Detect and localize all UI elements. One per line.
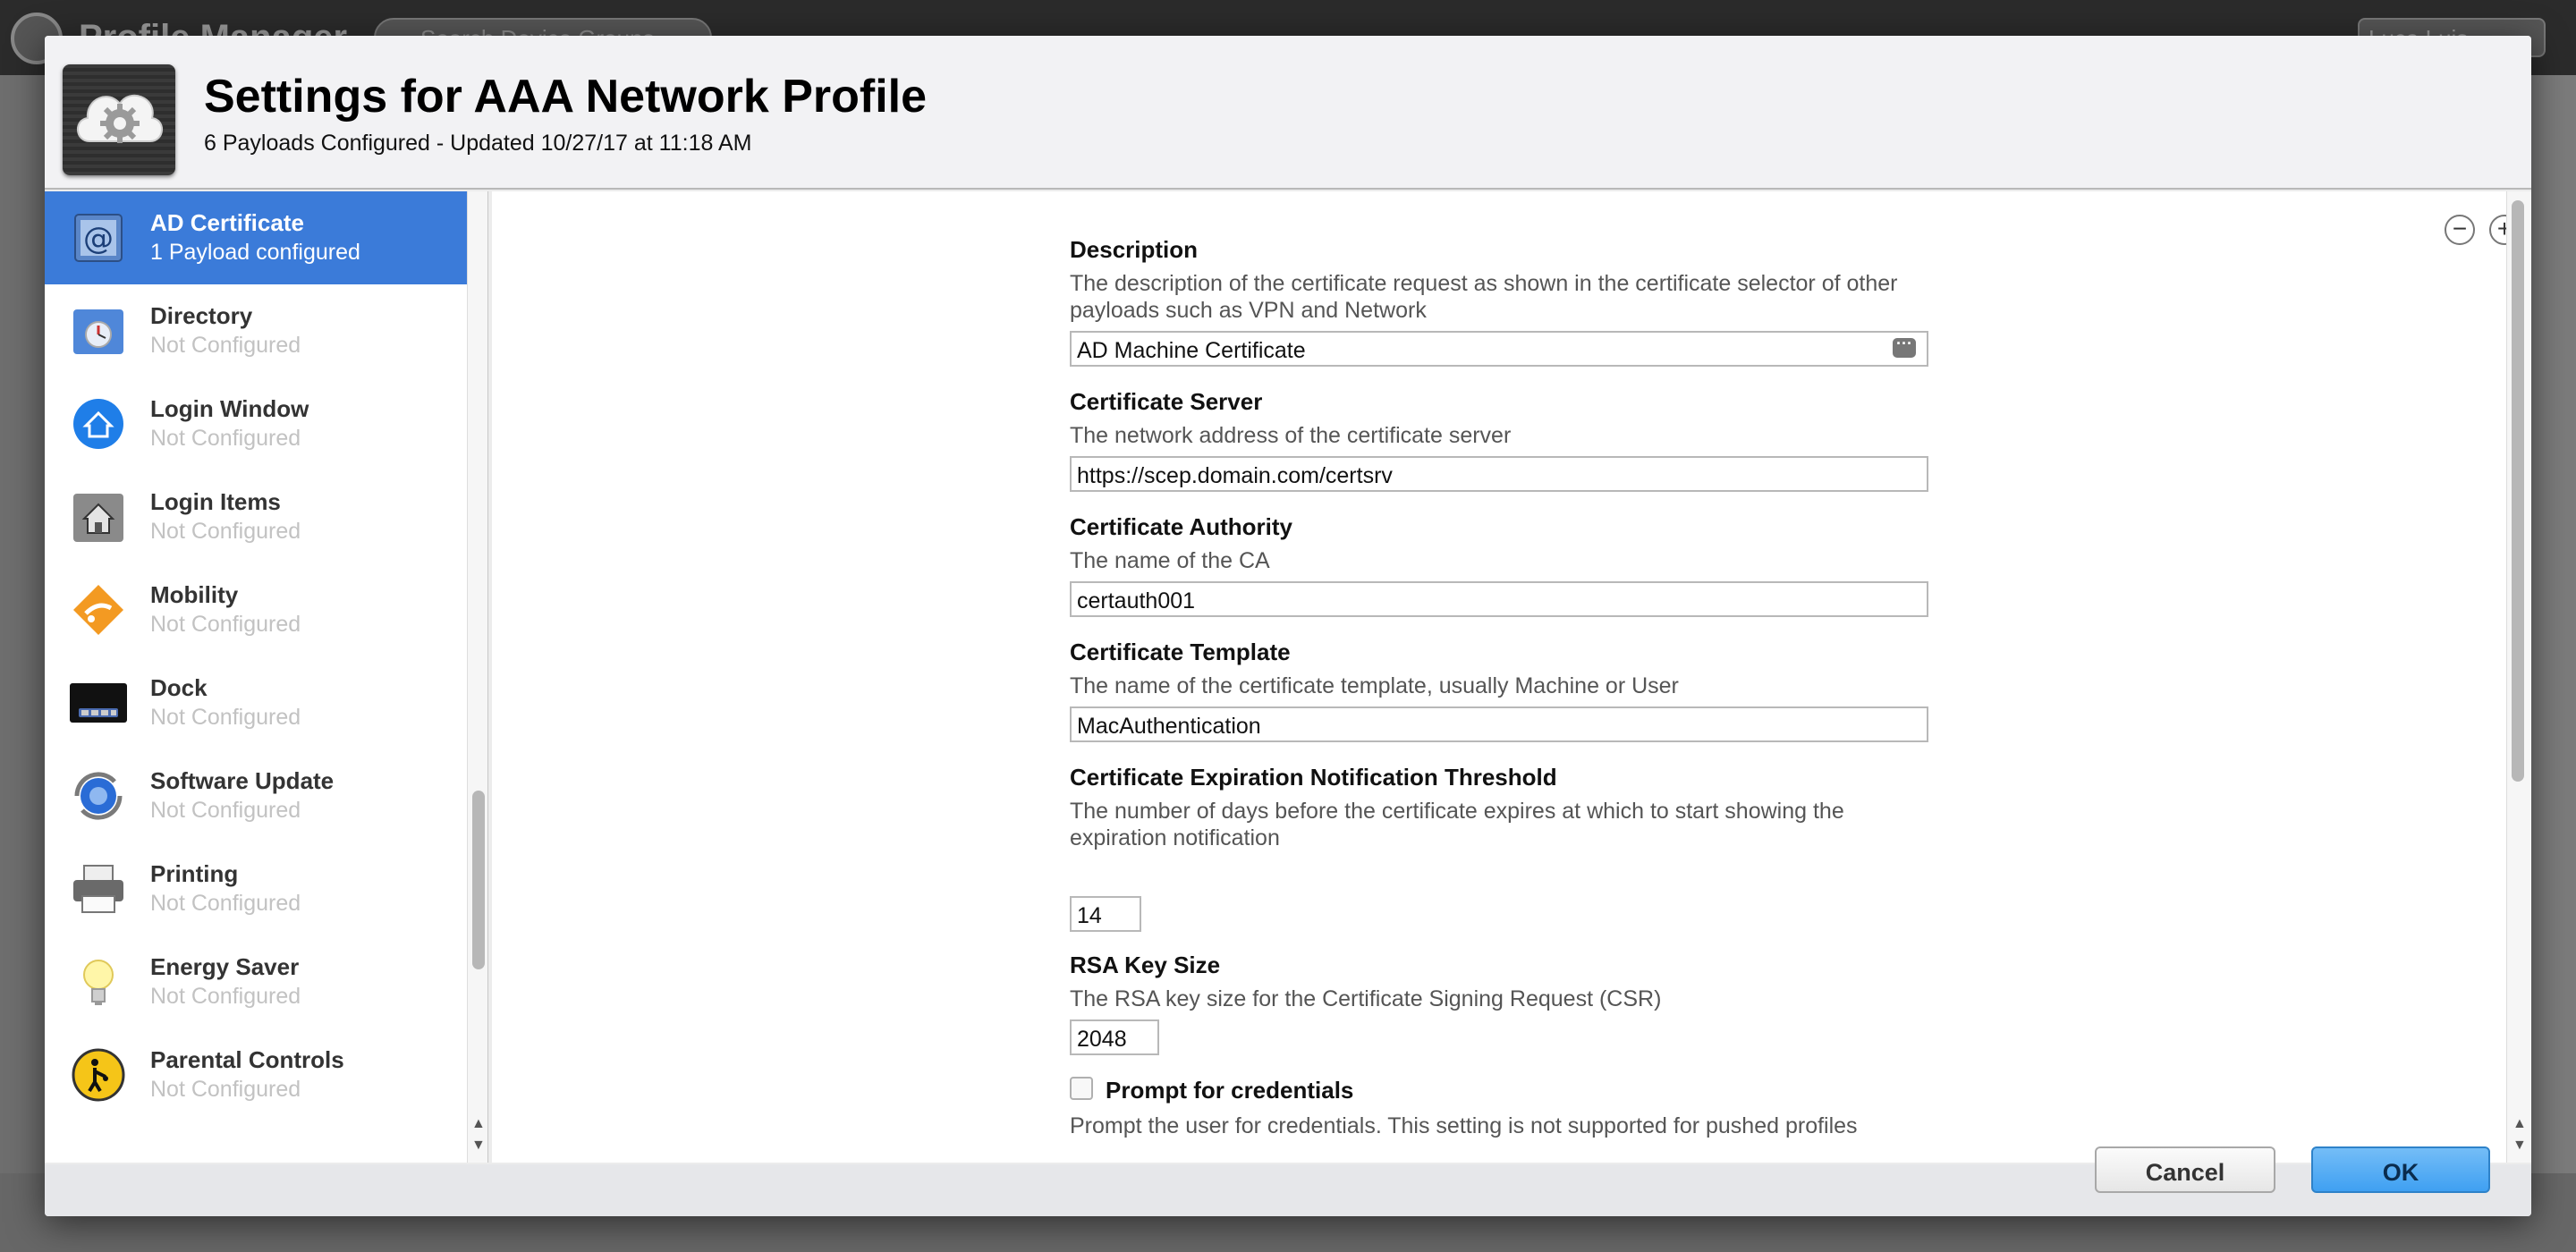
settings-pane-scroll-thumb[interactable] (2512, 200, 2524, 782)
payload-status: Not Configured (150, 891, 301, 916)
prompt-credentials-label[interactable]: Prompt for credentials (1106, 1077, 1353, 1104)
scroll-down-arrow-icon[interactable]: ▼ (2512, 1138, 2527, 1154)
directory-icon (70, 302, 127, 360)
payload-status: Not Configured (150, 798, 301, 823)
ok-button[interactable]: OK (2311, 1146, 2490, 1193)
mobility-icon (70, 581, 127, 639)
rsa-key-size-title: RSA Key Size (1070, 952, 1221, 978)
description-input[interactable]: AD Machine Certificate ··· (1070, 331, 1928, 367)
payload-name: AD Certificate (150, 209, 304, 236)
payload-status: Not Configured (150, 1077, 301, 1102)
sheet-title: Settings for AAA Network Profile (204, 71, 928, 123)
payload-item-directory[interactable]: Directory Not Configured (45, 284, 467, 377)
certificate-template-help: The name of the certificate template, us… (1070, 673, 1679, 698)
scroll-up-arrow-icon[interactable]: ▲ (2512, 1116, 2527, 1132)
payload-item-login-window[interactable]: Login Window Not Configured (45, 377, 467, 470)
payload-item-parental-controls[interactable]: Parental Controls Not Configured (45, 1028, 467, 1121)
payload-status: Not Configured (150, 705, 301, 730)
expiration-threshold-input[interactable]: 14 (1070, 896, 1141, 932)
payload-item-mobility[interactable]: Mobility Not Configured (45, 563, 467, 656)
sheet-subtitle: 6 Payloads Configured - Updated 10/27/17… (204, 131, 752, 156)
rsa-key-size-input[interactable]: 2048 (1070, 1019, 1159, 1055)
certificate-server-title: Certificate Server (1070, 388, 1263, 415)
lightbulb-icon (70, 953, 127, 1011)
payload-name: Dock (150, 674, 208, 701)
description-value: AD Machine Certificate (1077, 338, 1306, 363)
payload-name: Login Items (150, 488, 281, 515)
payload-status: Not Configured (150, 984, 301, 1009)
printer-icon (70, 860, 127, 918)
payload-item-dock[interactable]: Dock Not Configured (45, 656, 467, 749)
payload-name: Printing (150, 860, 239, 887)
payload-name: Energy Saver (150, 953, 300, 980)
payload-item-software-update[interactable]: Software Update Not Configured (45, 749, 467, 842)
description-title: Description (1070, 236, 1199, 263)
certificate-template-title: Certificate Template (1070, 639, 1291, 665)
payload-status: Not Configured (150, 519, 301, 544)
payload-name: Software Update (150, 767, 335, 794)
scroll-down-arrow-icon[interactable]: ▼ (471, 1138, 486, 1154)
description-help: The description of the certificate reque… (1070, 271, 1898, 323)
certificate-authority-help: The name of the CA (1070, 548, 1270, 573)
payload-status: Not Configured (150, 333, 301, 358)
payload-name: Directory (150, 302, 253, 329)
payload-item-ad-certificate[interactable]: @ AD Certificate 1 Payload configured (45, 191, 467, 284)
payload-settings-pane: − + Description The description of the c… (492, 191, 2520, 1163)
payload-status: Not Configured (150, 612, 301, 637)
certificate-server-input[interactable]: https://scep.domain.com/certsrv (1070, 456, 1928, 492)
more-options-icon[interactable]: ··· (1893, 335, 1916, 358)
rsa-key-size-help: The RSA key size for the Certificate Sig… (1070, 986, 1662, 1011)
software-update-icon (70, 767, 127, 825)
parental-controls-icon (70, 1046, 127, 1104)
expiration-threshold-title: Certificate Expiration Notification Thre… (1070, 764, 1557, 791)
dock-icon (70, 674, 127, 732)
remove-payload-button[interactable]: − (2445, 215, 2475, 245)
cancel-button[interactable]: Cancel (2095, 1146, 2275, 1193)
payload-item-energy-saver[interactable]: Energy Saver Not Configured (45, 935, 467, 1028)
payload-name: Login Window (150, 395, 309, 422)
settings-pane-scrollbar[interactable]: ▲ ▼ (2506, 191, 2531, 1163)
settings-sheet: Settings for AAA Network Profile 6 Paylo… (45, 36, 2531, 1216)
payload-name: Mobility (150, 581, 239, 608)
expiration-threshold-help: The number of days before the certificat… (1070, 799, 1844, 850)
cloud-gear-icon (63, 64, 175, 175)
payload-name: Parental Controls (150, 1046, 344, 1073)
certificate-authority-input[interactable]: certauth001 (1070, 581, 1928, 617)
payload-status: 1 Payload configured (150, 240, 360, 265)
payload-item-login-items[interactable]: Login Items Not Configured (45, 470, 467, 563)
svg-text:@: @ (83, 221, 114, 257)
scroll-up-arrow-icon[interactable]: ▲ (471, 1116, 486, 1132)
payload-list-scrollbar[interactable]: ▲ ▼ (467, 191, 488, 1163)
sheet-header: Settings for AAA Network Profile 6 Paylo… (45, 36, 2531, 190)
home-icon (70, 395, 127, 453)
payload-item-printing[interactable]: Printing Not Configured (45, 842, 467, 935)
payload-list: @ AD Certificate 1 Payload configured Di… (45, 191, 467, 1163)
certificate-icon: @ (70, 209, 127, 266)
payload-status: Not Configured (150, 426, 301, 451)
login-items-icon (70, 488, 127, 546)
certificate-server-help: The network address of the certificate s… (1070, 423, 1512, 448)
certificate-authority-title: Certificate Authority (1070, 513, 1292, 540)
payload-list-scroll-thumb[interactable] (472, 791, 485, 969)
certificate-template-input[interactable]: MacAuthentication (1070, 706, 1928, 742)
prompt-credentials-help: Prompt the user for credentials. This se… (1070, 1113, 1858, 1138)
prompt-credentials-checkbox[interactable] (1070, 1077, 1093, 1100)
